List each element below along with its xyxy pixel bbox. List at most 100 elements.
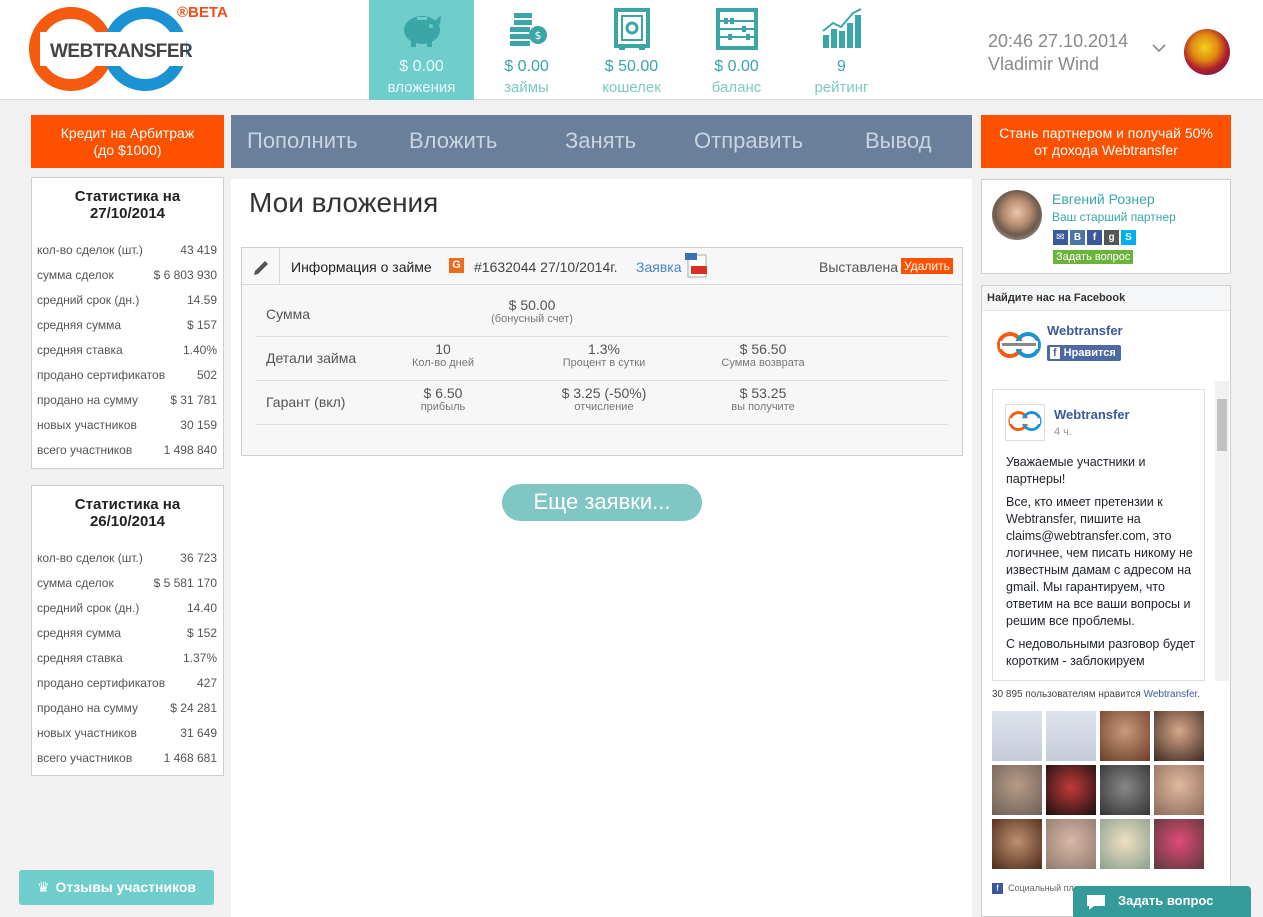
webtransfer-page-logo[interactable] [996, 328, 1042, 362]
post-time[interactable]: 4 ч. [1054, 426, 1072, 438]
post-author[interactable]: Webtransfer [1054, 407, 1130, 422]
topnav-label: вложения [387, 79, 456, 96]
stats-value: 1 498 840 [163, 443, 217, 457]
post-paragraph: Все, кто имеет претензии к Webtransfer, … [1006, 495, 1193, 628]
stats-row: средняя ставка 1.40% [37, 338, 217, 363]
fan-avatar[interactable] [1100, 765, 1150, 815]
ask-question-button[interactable]: Задать вопрос [1053, 250, 1134, 264]
stats-key: продано сертификатов [37, 676, 166, 690]
stats-value: 36 723 [180, 551, 217, 565]
topnav-investments[interactable]: $ 0.00 вложения [369, 0, 474, 100]
facebook-widget-title: Найдите нас на Facebook [982, 286, 1230, 311]
topnav-balance[interactable]: $ 0.00 баланс [684, 0, 789, 100]
fan-avatar[interactable] [1154, 711, 1204, 761]
loan-status: Выставлена [819, 259, 899, 275]
live-chat-label: Задать вопрос [1118, 893, 1214, 908]
cell-caption: прибыль [420, 401, 466, 413]
cell-value: $ 6.50 [423, 385, 463, 401]
stats-row: новых участников 31 649 [37, 721, 217, 746]
fan-avatar[interactable] [1100, 819, 1150, 869]
menu-invest[interactable]: Вложить [409, 128, 497, 154]
fan-avatar[interactable] [1154, 819, 1204, 869]
row-label: Сумма [266, 306, 310, 322]
post-author-logo[interactable] [1005, 404, 1045, 441]
menu-borrow[interactable]: Занять [565, 128, 636, 154]
topnav-rating[interactable]: 9 рейтинг [789, 0, 894, 100]
facebook-page-name[interactable]: Webtransfer [1047, 323, 1123, 338]
menu-withdraw[interactable]: Вывод [865, 128, 932, 154]
delete-button[interactable]: Удалить [901, 258, 953, 274]
facebook-icon[interactable]: f [1087, 230, 1102, 245]
cell-value: 1.3% [588, 341, 620, 357]
stats-row: кол-во сделок (шт.) 36 723 [37, 546, 217, 571]
stats-value: 14.59 [186, 293, 217, 307]
chevron-down-icon[interactable] [1151, 42, 1167, 54]
edit-button[interactable] [242, 248, 280, 285]
reviews-button[interactable]: ♛ Отзывы участников [19, 870, 214, 905]
stats-value: $ 5 581 170 [153, 576, 217, 590]
cell-value: $ 56.50 [739, 341, 787, 357]
stats-value: 1 468 681 [163, 751, 217, 765]
stats-key: всего участников [37, 751, 133, 765]
stats-box-yesterday: Статистика на 26/10/2014 кол-во сделок (… [31, 485, 224, 776]
mail-icon[interactable]: ✉ [1053, 230, 1068, 245]
stats-value: 427 [196, 676, 217, 690]
webtransfer-logo[interactable]: WEBTRANSFER [28, 6, 198, 92]
facebook-like-button[interactable]: f Нравится [1047, 345, 1121, 361]
google-plus-icon[interactable]: g [1104, 230, 1119, 245]
pdf-document-icon[interactable] [685, 253, 709, 278]
page-title: Мои вложения [249, 187, 439, 218]
user-name: Vladimir Wind [988, 54, 1100, 74]
partner-promo-button[interactable]: Стань партнером и получай 50% от дохода … [981, 115, 1231, 168]
topnav-value: $ 0.00 [399, 58, 444, 75]
cell: $ 6.50 прибыль [383, 385, 503, 413]
stats-row: продано сертификатов 502 [37, 363, 217, 388]
arbitrage-credit-button[interactable]: Кредит на Арбитраж (до $1000) [31, 115, 224, 168]
footer-text: Социальный пл [1008, 883, 1074, 893]
stats-value: $ 24 281 [170, 701, 217, 715]
more-applications-button[interactable]: Еще заявки... [502, 484, 702, 521]
stats-key: продано на сумму [37, 393, 139, 407]
application-link[interactable]: Заявка [636, 259, 681, 275]
user-avatar[interactable] [1184, 29, 1230, 75]
live-chat-button[interactable]: Задать вопрос [1073, 886, 1251, 917]
fan-avatar[interactable] [992, 765, 1042, 815]
stats-key: средний срок (дн.) [37, 601, 140, 615]
stats-row: новых участников 30 159 [37, 413, 217, 438]
cell: 10 Кол-во дней [383, 341, 503, 369]
scrollbar-thumb[interactable] [1217, 399, 1227, 451]
vk-icon[interactable]: B [1070, 230, 1085, 245]
stats-row: сумма сделок $ 5 581 170 [37, 571, 217, 596]
partner-card: Евгений Рознер Ваш старший партнер ✉ B f… [981, 179, 1231, 274]
likes-page-link[interactable]: Webtransfer. [1144, 689, 1201, 700]
fan-avatar[interactable] [1154, 765, 1204, 815]
menu-deposit[interactable]: Пополнить [247, 128, 358, 154]
facebook-scrollbar[interactable] [1215, 381, 1229, 681]
topnav-wallet[interactable]: $ 50.00 кошелек [579, 0, 684, 100]
fan-avatar[interactable] [1046, 819, 1096, 869]
stats-title: Статистика на 27/10/2014 [74, 188, 181, 222]
stats-value: 43 419 [180, 243, 217, 257]
partner-name[interactable]: Евгений Рознер [1052, 191, 1155, 207]
partner-subtitle: Ваш старший партнер [1052, 210, 1176, 224]
stats-value: 30 159 [180, 418, 217, 432]
piggy-bank-icon [404, 15, 441, 47]
menu-send[interactable]: Отправить [694, 128, 803, 154]
skype-icon[interactable]: S [1121, 230, 1136, 245]
partner-contacts: ✉ B f g S [1053, 230, 1136, 245]
partner-avatar[interactable] [992, 190, 1042, 240]
topnav-value: $ 0.00 [504, 58, 549, 75]
fan-avatar[interactable] [1046, 711, 1096, 761]
loan-number: #1632044 27/10/2014г. [474, 259, 618, 275]
rating-chart-icon [822, 8, 862, 48]
fan-avatar[interactable] [992, 711, 1042, 761]
stats-value: 1.40% [182, 343, 217, 357]
fan-avatar[interactable] [1100, 711, 1150, 761]
like-label: Нравится [1063, 347, 1116, 359]
fan-avatar[interactable] [1046, 765, 1096, 815]
post-paragraph: С недовольными разговор будет коротким -… [1006, 637, 1196, 668]
topnav-loans[interactable]: $ $ 0.00 займы [474, 0, 579, 100]
loan-row-amount: Сумма $ 50.00 (бонусный счет) [256, 293, 948, 337]
topnav-label: займы [504, 79, 549, 96]
fan-avatar[interactable] [992, 819, 1042, 869]
